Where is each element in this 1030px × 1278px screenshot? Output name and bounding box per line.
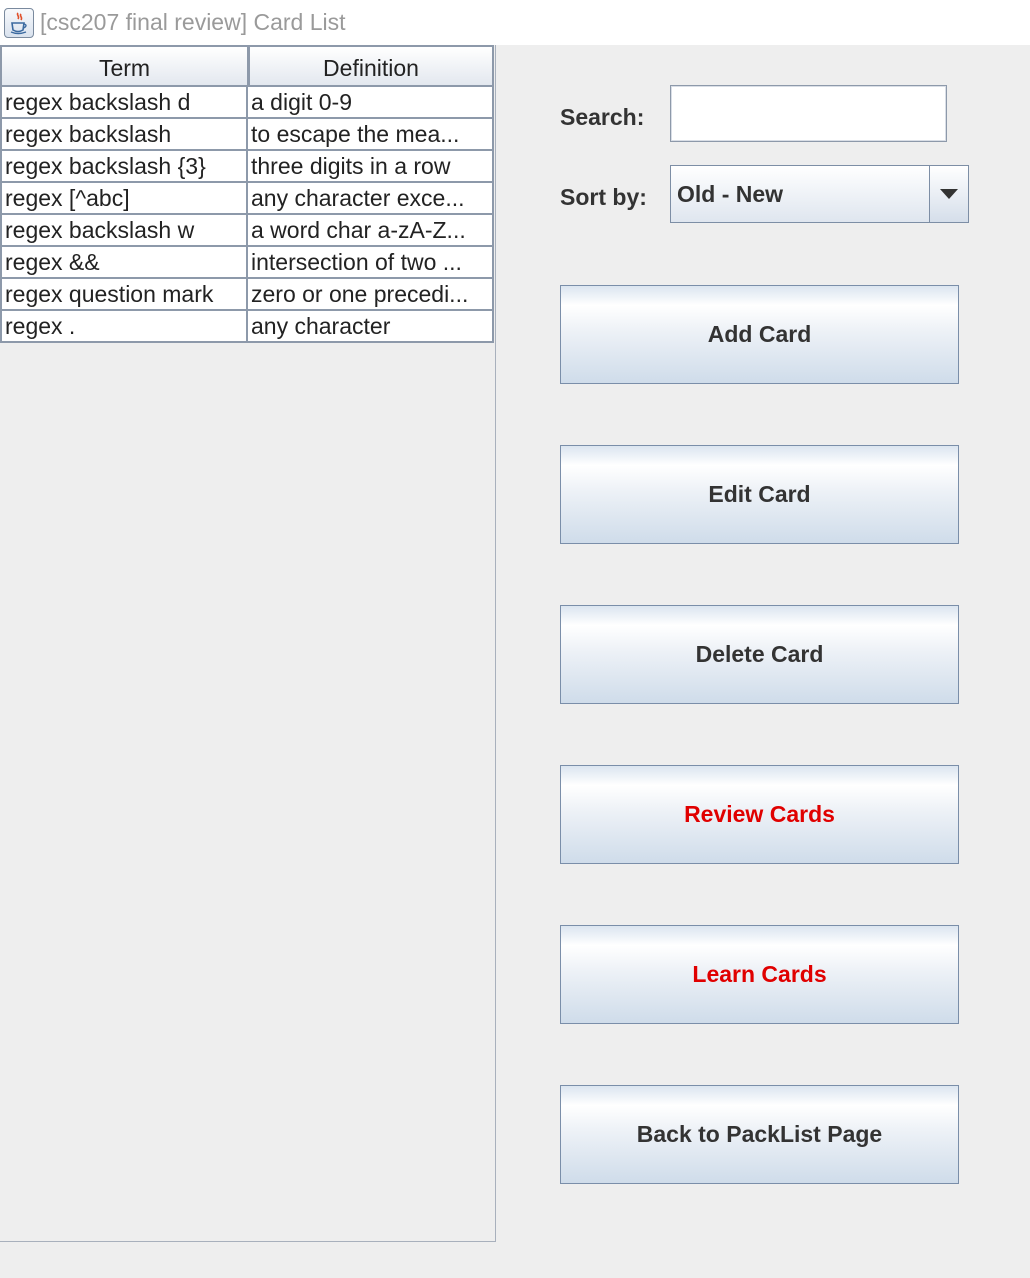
table-row[interactable]: regex . any character xyxy=(0,311,494,343)
edit-card-button[interactable]: Edit Card xyxy=(560,445,959,544)
java-coffee-cup-icon xyxy=(4,7,34,38)
table-body: regex backslash da digit 0-9 regex backsl… xyxy=(0,87,494,343)
search-input[interactable] xyxy=(670,85,947,142)
table-row[interactable]: regex [^abc] any character exce... xyxy=(0,183,494,215)
term-cell[interactable]: regex backslash w xyxy=(0,215,248,247)
table-row[interactable]: regex backslash to escape the mea... xyxy=(0,119,494,151)
table-row[interactable]: regex backslash da digit 0-9 xyxy=(0,87,494,119)
table-row[interactable]: regex backslash {3} three digits in a row xyxy=(0,151,494,183)
term-cell[interactable]: regex backslash {3} xyxy=(0,151,248,183)
table-header: Term Definition xyxy=(0,45,494,87)
sort-selected-value[interactable]: Old - New xyxy=(671,166,930,222)
table-row[interactable]: regex question mark zero or one precedi..… xyxy=(0,279,494,311)
definition-cell[interactable]: to escape the mea... xyxy=(248,119,494,151)
sort-dropdown[interactable]: Old - New xyxy=(670,165,969,223)
term-cell[interactable]: regex backslash xyxy=(0,119,248,151)
definition-cell[interactable]: any character exce... xyxy=(248,183,494,215)
term-cell[interactable]: regex . xyxy=(0,311,248,343)
term-cell[interactable]: regex question mark xyxy=(0,279,248,311)
table-row[interactable]: regex backslash wa word char a-zA-Z... xyxy=(0,215,494,247)
term-cell[interactable]: regex && xyxy=(0,247,248,279)
sort-label: Sort by: xyxy=(560,184,647,210)
definition-cell[interactable]: intersection of two ... xyxy=(248,247,494,279)
dropdown-arrow-icon[interactable] xyxy=(930,166,968,222)
definition-cell[interactable]: any character xyxy=(248,311,494,343)
search-label: Search: xyxy=(560,104,645,130)
definition-cell[interactable]: a word char a-zA-Z... xyxy=(248,215,494,247)
definition-cell[interactable]: zero or one precedi... xyxy=(248,279,494,311)
back-to-packlist-button[interactable]: Back to PackList Page xyxy=(560,1085,959,1184)
title-bar: [csc207 final review] Card List xyxy=(0,0,1030,45)
definition-cell[interactable]: three digits in a row xyxy=(248,151,494,183)
column-header-term[interactable]: Term xyxy=(0,45,248,87)
delete-card-button[interactable]: Delete Card xyxy=(560,605,959,704)
add-card-button[interactable]: Add Card xyxy=(560,285,959,384)
column-header-definition[interactable]: Definition xyxy=(248,45,494,87)
card-table-panel[interactable]: Term Definition regex backslash da digit… xyxy=(0,45,496,1242)
learn-cards-button[interactable]: Learn Cards xyxy=(560,925,959,1024)
window-title: [csc207 final review] Card List xyxy=(40,9,346,35)
table-row[interactable]: regex && intersection of two ... xyxy=(0,247,494,279)
term-cell[interactable]: regex backslash d xyxy=(0,87,248,119)
review-cards-button[interactable]: Review Cards xyxy=(560,765,959,864)
definition-cell[interactable]: a digit 0-9 xyxy=(248,87,494,119)
term-cell[interactable]: regex [^abc] xyxy=(0,183,248,215)
